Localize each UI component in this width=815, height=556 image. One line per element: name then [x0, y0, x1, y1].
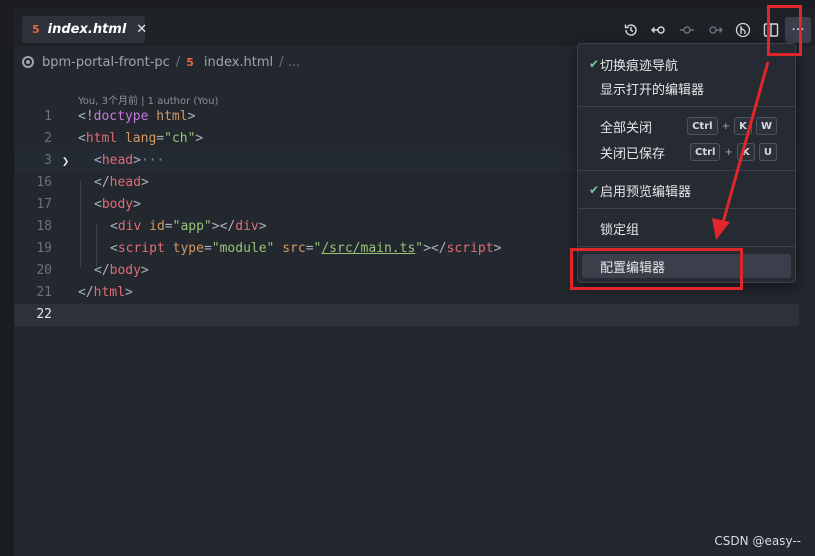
line-number: 20: [36, 263, 52, 278]
menu-item-enable-preview-editors[interactable]: ✔ 启用预览编辑器: [582, 178, 791, 202]
check-icon: ✔: [589, 57, 600, 71]
more-actions-menu: ✔ 切换痕迹导航 显示打开的编辑器 全部关闭 Ctrl + K W 关闭已保存 Ctr…: [577, 43, 796, 283]
menu-divider: [578, 246, 795, 247]
line-content: </html>: [78, 285, 133, 300]
line-number: 22: [36, 307, 52, 322]
menu-item-show-open-editors[interactable]: 显示打开的编辑器: [582, 76, 791, 100]
line-content: <head>···: [94, 153, 165, 168]
keybinding: Ctrl + K U: [690, 143, 777, 161]
git-blame-lens[interactable]: You, 3个月前 | 1 author (You): [78, 92, 218, 107]
menu-divider: [578, 208, 795, 209]
check-icon: ✔: [589, 183, 600, 197]
menu-item-label: 启用预览编辑器: [600, 184, 692, 200]
menu-item-label: 关闭已保存: [600, 146, 666, 162]
tab-label: index.html: [47, 22, 127, 37]
menu-item-label: 显示打开的编辑器: [600, 82, 705, 98]
line-number: 17: [36, 197, 52, 212]
menu-item-label: 锁定组: [600, 222, 640, 238]
menu-item-label: 切换痕迹导航: [600, 58, 679, 74]
line-content: </body>: [94, 263, 149, 278]
tab-index-html[interactable]: 5 index.html ✕: [22, 16, 147, 43]
menu-divider: [578, 170, 795, 171]
code-line-current[interactable]: 22: [14, 304, 799, 326]
close-icon[interactable]: ✕: [136, 22, 147, 37]
line-content: </head>: [94, 175, 149, 190]
line-content: <div id="app"></div>: [110, 219, 267, 234]
menu-item-lock-group[interactable]: 锁定组: [582, 216, 791, 240]
html5-file-icon: 5: [32, 23, 40, 36]
keybinding: Ctrl + K W: [687, 117, 777, 135]
tab-bar: 5 index.html ✕ ···: [14, 8, 815, 46]
menu-item-close-saved[interactable]: 关闭已保存 Ctrl + K U: [582, 140, 791, 164]
line-number: 1: [44, 109, 52, 124]
line-content: <!doctype html>: [78, 109, 196, 124]
line-content: <body>: [94, 197, 141, 212]
editor-window: 5 index.html ✕ ··· bpm-portal-front-pc /…: [0, 0, 815, 556]
menu-item-label: 全部关闭: [600, 120, 653, 136]
line-number: 2: [44, 131, 52, 146]
breadcrumb-separator: /: [175, 54, 181, 70]
html5-file-icon: 5: [186, 55, 194, 69]
breadcrumb-tail[interactable]: / ...: [279, 55, 300, 70]
breadcrumb: bpm-portal-front-pc / 5 index.html / ...: [22, 52, 306, 72]
previous-change-icon[interactable]: [673, 16, 701, 44]
line-number: 19: [36, 241, 52, 256]
line-number: 18: [36, 219, 52, 234]
line-number: 3: [44, 153, 52, 168]
menu-divider: [578, 106, 795, 107]
line-number: 16: [36, 175, 52, 190]
folder-root-icon: [22, 56, 34, 68]
breadcrumb-folder[interactable]: bpm-portal-front-pc: [42, 55, 170, 70]
git-graph-icon[interactable]: [729, 16, 757, 44]
menu-item-close-all[interactable]: 全部关闭 Ctrl + K W: [582, 114, 791, 138]
timeline-history-icon[interactable]: [617, 16, 645, 44]
line-content: <script type="module" src="/src/main.ts"…: [110, 241, 502, 256]
fold-chevron-icon[interactable]: ❯: [62, 150, 69, 172]
watermark: CSDN @easy--: [714, 534, 801, 548]
line-content: <html lang="ch">: [78, 131, 204, 146]
menu-item-toggle-breadcrumbs[interactable]: ✔ 切换痕迹导航: [582, 52, 791, 76]
next-change-icon[interactable]: [701, 16, 729, 44]
highlight-box-configure-editors: [570, 248, 743, 290]
highlight-box-more-button: [767, 5, 802, 56]
go-back-icon[interactable]: [645, 16, 673, 44]
breadcrumb-file[interactable]: index.html: [204, 55, 273, 70]
import-link[interactable]: /src/main.ts: [321, 241, 415, 256]
line-number: 21: [36, 285, 52, 300]
